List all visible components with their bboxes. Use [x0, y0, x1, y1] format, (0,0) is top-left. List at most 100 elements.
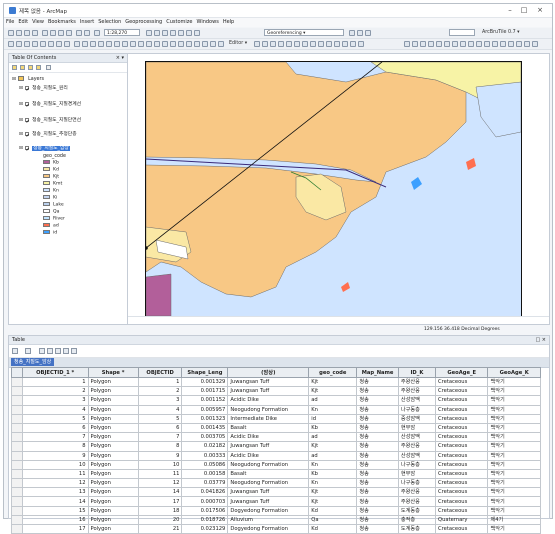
map-canvas[interactable]: [145, 61, 522, 317]
row-selector[interactable]: [11, 478, 23, 489]
table-cell[interactable]: 8: [21, 441, 89, 452]
table-cell[interactable]: 0.03779: [181, 478, 229, 489]
table-cell[interactable]: 6: [21, 422, 89, 434]
table-cell[interactable]: ad: [308, 432, 358, 443]
delete-icon[interactable]: [66, 30, 72, 36]
switch-selection-icon[interactable]: [47, 348, 53, 354]
table-cell[interactable]: 청송: [356, 413, 399, 424]
table-cell[interactable]: 도계동층: [397, 505, 437, 516]
point-icon[interactable]: [294, 41, 300, 47]
maximize-button[interactable]: □: [518, 6, 530, 15]
table-cell[interactable]: 백악기: [487, 422, 541, 434]
table-cell[interactable]: 20: [137, 514, 183, 526]
layer-visibility-checkbox[interactable]: ✔: [24, 131, 30, 139]
menu-item[interactable]: Selection: [96, 18, 123, 27]
table-cell[interactable]: 6: [137, 422, 183, 434]
table-cell[interactable]: Cretaceous: [435, 386, 489, 397]
create-features-icon[interactable]: [358, 41, 364, 47]
table-cell[interactable]: 7: [21, 432, 89, 443]
table-cell[interactable]: 4: [137, 404, 183, 415]
toc-layer-item-selected[interactable]: ⊟ ✔ 청송_지질도_암상: [19, 145, 70, 153]
html-popup-icon[interactable]: [162, 41, 168, 47]
table-cell[interactable]: 13: [21, 487, 89, 498]
toc-close-icon[interactable]: × ▾: [116, 54, 124, 62]
table-cell[interactable]: Polygon: [87, 450, 139, 461]
table-cell[interactable]: 백악기: [487, 523, 541, 534]
table-cell[interactable]: Neogudong Formation: [227, 478, 310, 489]
table-cell[interactable]: Cretaceous: [435, 505, 489, 516]
table-cell[interactable]: Kjt: [308, 496, 358, 507]
menu-item[interactable]: View: [30, 18, 46, 27]
reshape-edge-icon[interactable]: [476, 41, 482, 47]
table-cell[interactable]: Cretaceous: [435, 487, 489, 498]
table-cell[interactable]: 청송: [356, 376, 399, 388]
column-header[interactable]: Map_Name: [356, 367, 399, 378]
search-window-icon[interactable]: [170, 30, 176, 36]
table-cell[interactable]: 청송: [356, 505, 399, 516]
reports-icon[interactable]: [202, 41, 208, 47]
table-cell[interactable]: 주왕산응: [397, 376, 437, 388]
undo-icon[interactable]: [76, 30, 82, 36]
table-cell[interactable]: 0.018726: [181, 514, 229, 526]
table-cell[interactable]: Cretaceous: [435, 404, 489, 415]
table-cell[interactable]: Kn: [308, 404, 358, 415]
table-cell[interactable]: 주왕산응: [397, 496, 437, 507]
table-cell[interactable]: 12: [137, 478, 183, 489]
options-icon[interactable]: [532, 41, 538, 47]
table-cell[interactable]: Acidic Dike: [227, 432, 310, 443]
table-cell[interactable]: 5: [21, 413, 89, 424]
cut-polygons-icon[interactable]: [318, 41, 324, 47]
list-by-selection-icon[interactable]: [36, 65, 41, 70]
select-elements-icon[interactable]: [90, 41, 96, 47]
row-selector[interactable]: [11, 514, 23, 526]
table-cell[interactable]: 청송: [356, 386, 399, 397]
editor-toolbar-icon[interactable]: [146, 30, 152, 36]
fixed-zoom-in-icon[interactable]: [40, 41, 46, 47]
table-cell[interactable]: 1: [21, 376, 89, 388]
map-scale-dropdown[interactable]: 1:28,270: [104, 29, 140, 36]
zoom-to-selected-icon[interactable]: [71, 348, 77, 354]
table-cell[interactable]: 백악기: [487, 496, 541, 507]
clear-selection-icon[interactable]: [82, 41, 88, 47]
expand-icon[interactable]: ⊟: [19, 132, 23, 137]
table-row[interactable]: 3 Polygon 3 0.001152 Acidic Dike ad 청송 산성암맥 Cret…: [11, 395, 541, 406]
table-cell[interactable]: 0.00158: [181, 468, 229, 480]
table-cell[interactable]: 청송: [356, 523, 399, 534]
table-cell[interactable]: 청송: [356, 487, 399, 498]
table-cell[interactable]: 백악기: [487, 386, 541, 397]
table-cell[interactable]: Cretaceous: [435, 468, 489, 480]
edit-vertices-icon[interactable]: [302, 41, 308, 47]
add-control-points-icon[interactable]: [357, 30, 363, 36]
table-cell[interactable]: Juwangsan Tuff: [227, 376, 310, 388]
row-selector-header[interactable]: [11, 367, 23, 378]
table-cell[interactable]: Dogyedong Formation: [227, 523, 310, 534]
table-cell[interactable]: 0.001715: [181, 386, 229, 397]
table-cell[interactable]: 주왕산응: [397, 386, 437, 397]
effects-icon[interactable]: [186, 41, 192, 47]
edit-tool-icon[interactable]: [254, 41, 260, 47]
open-icon[interactable]: [16, 30, 22, 36]
table-row[interactable]: 17 Polygon 21 0.023129 Dogyedong Formation Kd…: [11, 523, 541, 534]
table-cell[interactable]: Polygon: [87, 422, 139, 434]
fixed-zoom-out-icon[interactable]: [48, 41, 54, 47]
table-row[interactable]: 7 Polygon 7 0.003705 Acidic Dike ad 청송 산성암맥 Cret…: [11, 432, 541, 443]
table-cell[interactable]: Polygon: [87, 376, 139, 388]
redo-icon[interactable]: [84, 30, 90, 36]
clear-selection-icon[interactable]: [55, 348, 61, 354]
table-cell[interactable]: 제4기: [487, 514, 541, 526]
row-selector[interactable]: [11, 450, 23, 461]
attributes-icon[interactable]: [342, 41, 348, 47]
table-cell[interactable]: Cretaceous: [435, 496, 489, 507]
legend-item[interactable]: Qa: [43, 209, 59, 215]
arcbrutile-dropdown[interactable]: ArcBruTile 0.7 ▾: [482, 30, 520, 35]
table-cell[interactable]: 백악기: [487, 395, 541, 406]
expand-icon[interactable]: ⊟: [19, 86, 23, 91]
row-selector[interactable]: [11, 468, 23, 480]
table-row[interactable]: 14 Polygon 17 0.000703 Juwangsan Tuff Kjt 청송 주왕…: [11, 496, 541, 507]
table-cell[interactable]: Basalt: [227, 422, 310, 434]
toc-layer-item[interactable]: ⊟ ✔ 청송_지질도_추정단층: [19, 131, 77, 139]
table-cell[interactable]: Polygon: [87, 496, 139, 507]
table-cell[interactable]: Intermediate Dike: [227, 413, 310, 424]
table-cell[interactable]: 백악기: [487, 376, 541, 388]
hyperlink-icon[interactable]: [122, 41, 128, 47]
